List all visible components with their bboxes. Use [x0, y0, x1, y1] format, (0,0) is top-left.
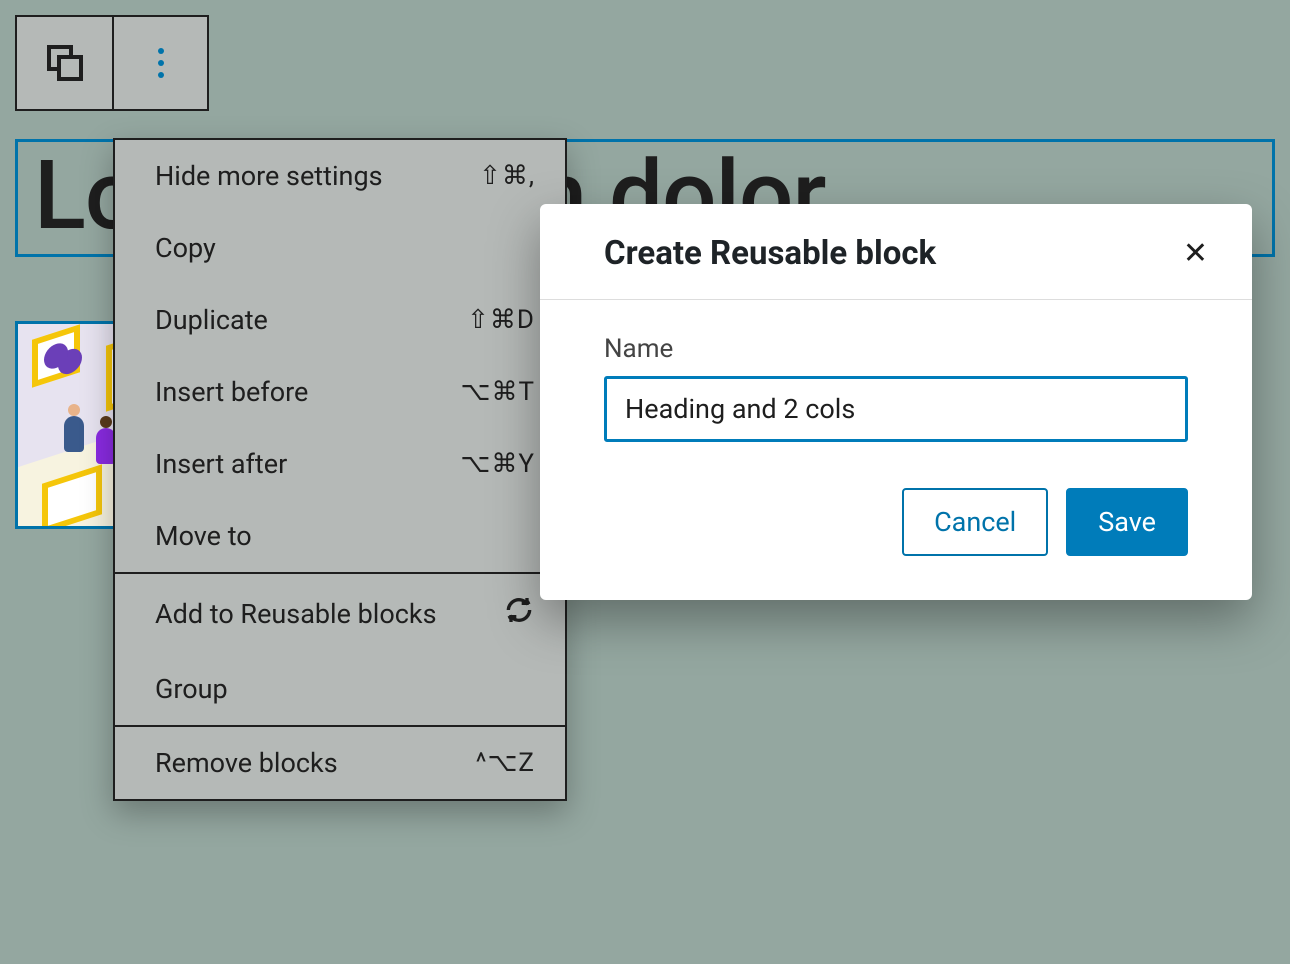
- close-button[interactable]: ✕: [1175, 235, 1216, 273]
- modal-title: Create Reusable block: [604, 234, 936, 273]
- close-icon: ✕: [1183, 236, 1208, 271]
- reuse-icon: [503, 594, 535, 633]
- menu-item-label: Move to: [155, 520, 252, 552]
- block-context-menu: Hide more settings ⇧⌘, Copy Duplicate ⇧⌘…: [113, 138, 567, 801]
- more-options-button[interactable]: [112, 17, 207, 109]
- menu-item-shortcut: ⌥⌘Y: [460, 449, 535, 479]
- save-button[interactable]: Save: [1066, 488, 1188, 556]
- menu-item-add-reusable[interactable]: Add to Reusable blocks: [115, 574, 565, 653]
- menu-item-copy[interactable]: Copy: [115, 212, 565, 284]
- menu-item-duplicate[interactable]: Duplicate ⇧⌘D: [115, 284, 565, 356]
- copy-icon: [47, 45, 83, 81]
- menu-item-shortcut: ⇧⌘,: [479, 161, 535, 191]
- menu-item-move-to[interactable]: Move to: [115, 500, 565, 572]
- menu-item-insert-before[interactable]: Insert before ⌥⌘T: [115, 356, 565, 428]
- modal-header: Create Reusable block ✕: [540, 204, 1252, 300]
- modal-body: Name: [540, 300, 1252, 452]
- menu-item-label: Group: [155, 673, 228, 705]
- menu-item-label: Add to Reusable blocks: [155, 598, 437, 630]
- menu-item-label: Insert before: [155, 376, 308, 408]
- name-field-label: Name: [604, 334, 1188, 364]
- menu-item-shortcut: ^⌥Z: [476, 748, 535, 778]
- menu-item-label: Hide more settings: [155, 160, 383, 192]
- modal-footer: Cancel Save: [540, 452, 1252, 600]
- menu-item-group[interactable]: Group: [115, 653, 565, 725]
- menu-item-hide-settings[interactable]: Hide more settings ⇧⌘,: [115, 140, 565, 212]
- menu-item-shortcut: ⇧⌘D: [467, 305, 535, 335]
- block-type-button[interactable]: [17, 17, 112, 109]
- block-toolbar: [15, 15, 209, 111]
- menu-item-insert-after[interactable]: Insert after ⌥⌘Y: [115, 428, 565, 500]
- menu-item-label: Remove blocks: [155, 747, 338, 779]
- menu-item-label: Copy: [155, 232, 216, 264]
- menu-item-remove-blocks[interactable]: Remove blocks ^⌥Z: [115, 727, 565, 799]
- cancel-button[interactable]: Cancel: [902, 488, 1048, 556]
- create-reusable-block-modal: Create Reusable block ✕ Name Cancel Save: [540, 204, 1252, 600]
- name-input[interactable]: [604, 376, 1188, 442]
- menu-item-label: Duplicate: [155, 304, 268, 336]
- menu-item-label: Insert after: [155, 448, 287, 480]
- more-vertical-icon: [158, 48, 164, 78]
- menu-item-shortcut: ⌥⌘T: [461, 377, 535, 407]
